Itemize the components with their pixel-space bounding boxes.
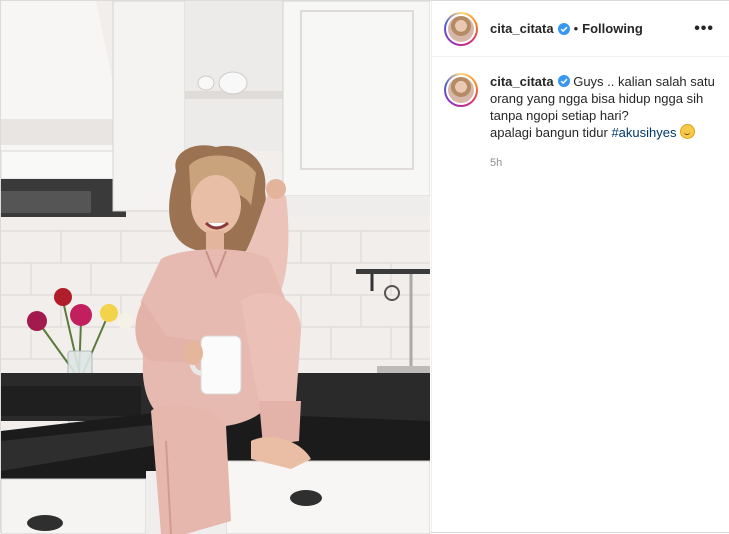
caption-comment: cita_citata Guys .. kalian salah satu or… <box>432 57 729 172</box>
more-options-icon[interactable]: ••• <box>690 20 718 38</box>
instagram-post: cita_citata • Following ••• cita_citata … <box>0 0 729 534</box>
avatar-image <box>448 15 474 42</box>
post-sidebar: cita_citata • Following ••• cita_citata … <box>431 1 729 532</box>
caption-username[interactable]: cita_citata <box>490 74 554 89</box>
caption-avatar[interactable] <box>444 73 478 107</box>
caption-text-line2: apalagi bangun tidur <box>490 125 608 140</box>
caption-verified-badge-icon <box>557 75 570 87</box>
post-timestamp[interactable]: 5h <box>490 155 718 172</box>
post-header: cita_citata • Following ••• <box>432 1 729 57</box>
avatar-frame <box>446 13 476 44</box>
header-separator: • <box>573 21 579 36</box>
caption-avatar-image <box>448 77 474 103</box>
verified-badge-icon <box>557 22 570 35</box>
caption-avatar-frame <box>446 75 476 105</box>
avatar[interactable] <box>444 11 478 46</box>
caption-hashtag[interactable]: #akusihyes <box>611 125 676 140</box>
post-photo[interactable] <box>1 1 430 534</box>
header-username[interactable]: cita_citata <box>490 21 554 36</box>
following-button[interactable]: Following <box>582 21 643 36</box>
caption-body: cita_citata Guys .. kalian salah satu or… <box>490 73 718 172</box>
grinning-sweat-emoji-icon <box>680 124 696 139</box>
